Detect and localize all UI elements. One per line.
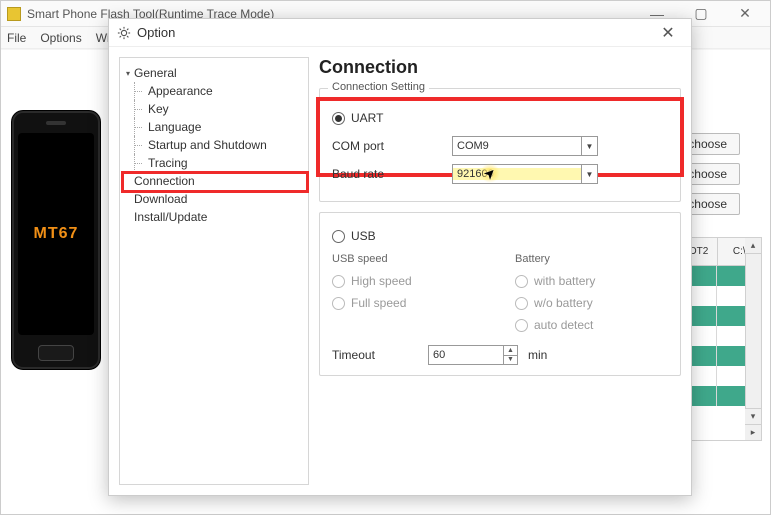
- dialog-title: Option: [137, 25, 653, 40]
- radio-auto-detect[interactable]: [515, 319, 528, 332]
- choose-label: choose: [688, 167, 727, 181]
- battery-column: Battery with battery w/o battery auto de…: [515, 253, 668, 337]
- battery-legend: Battery: [515, 253, 668, 265]
- com-port-label: COM port: [332, 139, 452, 153]
- timeout-unit: min: [528, 348, 547, 362]
- uart-radio-row[interactable]: UART: [332, 107, 668, 129]
- com-port-value: COM9: [453, 140, 581, 152]
- choose-label: choose: [688, 137, 727, 151]
- dialog-titlebar: Option ✕: [109, 19, 691, 47]
- timeout-value: 60: [429, 349, 503, 361]
- radio-full-speed[interactable]: [332, 297, 345, 310]
- tree-item-tracing[interactable]: Tracing: [120, 154, 308, 172]
- timeout-spinbox[interactable]: 60 ▲▼: [428, 345, 518, 365]
- timeout-label: Timeout: [332, 348, 418, 362]
- phone-mock: MT67: [11, 110, 101, 370]
- baud-rate-label: Baud rate: [332, 167, 452, 181]
- com-port-select[interactable]: COM9 ▼: [452, 136, 598, 156]
- tree-item-language[interactable]: Language: [120, 118, 308, 136]
- phone-home-button: [38, 345, 74, 361]
- radio-usb-label: USB: [351, 229, 376, 243]
- usb-group: USB USB speed High speed Full speed: [319, 212, 681, 376]
- usb-speed-opt-full[interactable]: Full speed: [332, 293, 485, 313]
- radio-uart[interactable]: [332, 112, 345, 125]
- menu-options[interactable]: Options: [40, 31, 81, 45]
- radio-high-speed[interactable]: [332, 275, 345, 288]
- tree-panel: General Appearance Key Language Startup …: [119, 57, 309, 485]
- battery-opt-with[interactable]: with battery: [515, 271, 668, 291]
- usb-speed-legend: USB speed: [332, 253, 485, 265]
- tree-item-appearance[interactable]: Appearance: [120, 82, 308, 100]
- tree-item-download[interactable]: Download: [120, 190, 308, 208]
- scroll-down-icon[interactable]: ▾: [745, 408, 761, 424]
- group-legend: Connection Setting: [328, 81, 429, 93]
- radio-usb[interactable]: [332, 230, 345, 243]
- baud-rate-select[interactable]: 921600 ▼: [452, 164, 598, 184]
- baud-rate-value: 921600: [453, 168, 581, 180]
- page-heading: Connection: [319, 57, 681, 78]
- content-panel: Connection Connection Setting UART COM p…: [319, 57, 681, 485]
- dialog-close-button[interactable]: ✕: [653, 22, 683, 44]
- usb-speed-opt-high[interactable]: High speed: [332, 271, 485, 291]
- tree-item-startup-shutdown[interactable]: Startup and Shutdown: [120, 136, 308, 154]
- spin-up-icon[interactable]: ▲: [503, 346, 517, 356]
- phone-logo: MT67: [34, 225, 79, 243]
- scroll-right-icon[interactable]: ▸: [745, 424, 761, 440]
- usb-speed-column: USB speed High speed Full speed: [332, 253, 485, 337]
- tree-item-install-update[interactable]: Install/Update: [120, 208, 308, 226]
- app-icon: [7, 7, 21, 21]
- scroll-up-icon[interactable]: ▴: [745, 238, 761, 254]
- option-dialog: Option ✕ General Appearance Key Language…: [108, 18, 692, 496]
- usb-radio-row[interactable]: USB: [332, 225, 668, 247]
- chevron-down-icon[interactable]: ▼: [581, 137, 597, 155]
- close-button[interactable]: ✕: [726, 4, 764, 24]
- radio-without-battery[interactable]: [515, 297, 528, 310]
- connection-setting-group: Connection Setting UART COM port COM9 ▼ …: [319, 88, 681, 202]
- chevron-down-icon[interactable]: ▼: [581, 165, 597, 183]
- tree-item-connection[interactable]: Connection: [120, 172, 308, 190]
- gear-icon: [117, 26, 131, 40]
- radio-uart-label: UART: [351, 111, 383, 125]
- choose-label: choose: [688, 197, 727, 211]
- battery-opt-without[interactable]: w/o battery: [515, 293, 668, 313]
- radio-with-battery[interactable]: [515, 275, 528, 288]
- timeout-row: Timeout 60 ▲▼ min: [332, 345, 668, 365]
- tree-item-key[interactable]: Key: [120, 100, 308, 118]
- spin-down-icon[interactable]: ▼: [503, 356, 517, 365]
- menu-file[interactable]: File: [7, 31, 26, 45]
- battery-opt-auto[interactable]: auto detect: [515, 315, 668, 335]
- tree-root-general[interactable]: General: [120, 64, 308, 82]
